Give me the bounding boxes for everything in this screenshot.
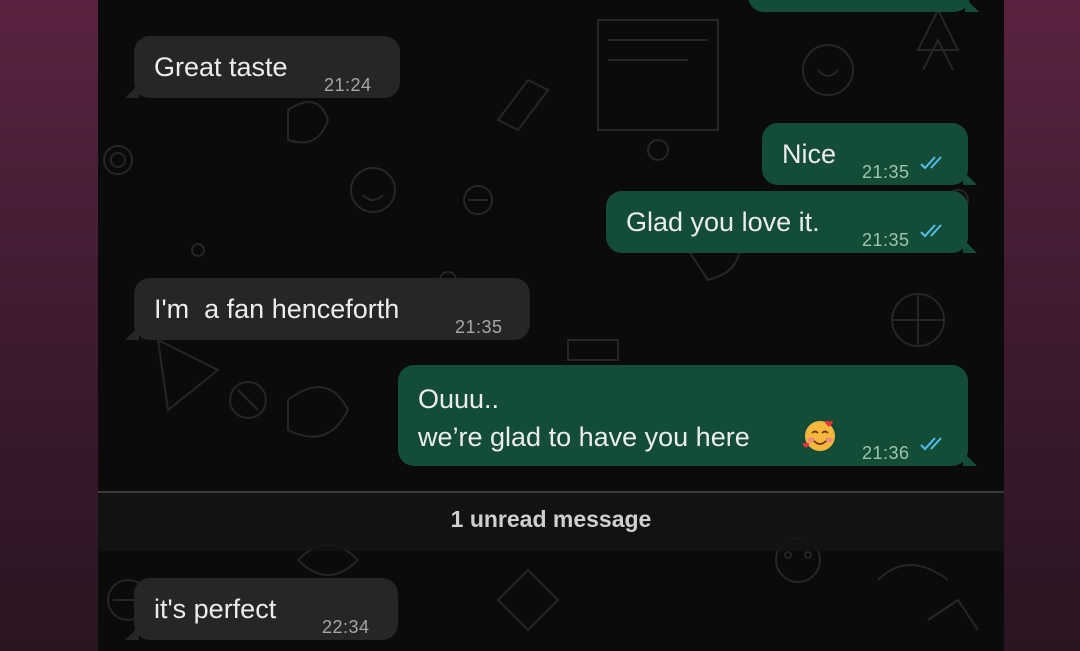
smiling-face-with-hearts-icon xyxy=(802,420,835,451)
chat-area[interactable]: Great taste 21:24 Nice 21:35 Glad you lo… xyxy=(98,0,1004,651)
message-timestamp: 22:34 xyxy=(322,617,370,637)
message-bubble-outgoing[interactable]: Nice 21:35 xyxy=(762,123,977,185)
message-text: Nice xyxy=(782,139,837,169)
message-text-line-1: Ouuu.. xyxy=(418,384,500,414)
message-bubble-incoming[interactable]: Great taste 21:24 xyxy=(125,36,400,98)
message-timestamp: 21:35 xyxy=(862,230,910,250)
message-bubble-incoming[interactable]: it's perfect 22:34 xyxy=(125,578,398,640)
message-timestamp: 21:35 xyxy=(455,317,503,337)
message-text: I'm a fan henceforth xyxy=(154,294,400,324)
message-timestamp: 21:36 xyxy=(862,443,910,463)
unread-divider-label: 1 unread message xyxy=(450,506,652,532)
double-check-read-icon xyxy=(920,437,942,451)
message-text: it's perfect xyxy=(154,594,277,624)
message-bubble-outgoing[interactable]: Ouuu.. we’re glad to have you here 21:36 xyxy=(398,365,977,466)
message-text-line-2: we’re glad to have you here xyxy=(418,422,750,452)
double-check-read-icon xyxy=(920,224,942,238)
message-bubble-outgoing-partial[interactable] xyxy=(748,0,979,12)
message-bubble-incoming[interactable]: I'm a fan henceforth 21:35 xyxy=(125,278,530,340)
message-timestamp: 21:35 xyxy=(862,162,910,182)
message-text: Great taste xyxy=(154,52,288,82)
message-timestamp: 21:24 xyxy=(324,75,372,95)
message-text: Glad you love it. xyxy=(626,207,820,237)
message-bubble-outgoing[interactable]: Glad you love it. 21:35 xyxy=(606,191,977,253)
double-check-read-icon xyxy=(920,156,942,170)
